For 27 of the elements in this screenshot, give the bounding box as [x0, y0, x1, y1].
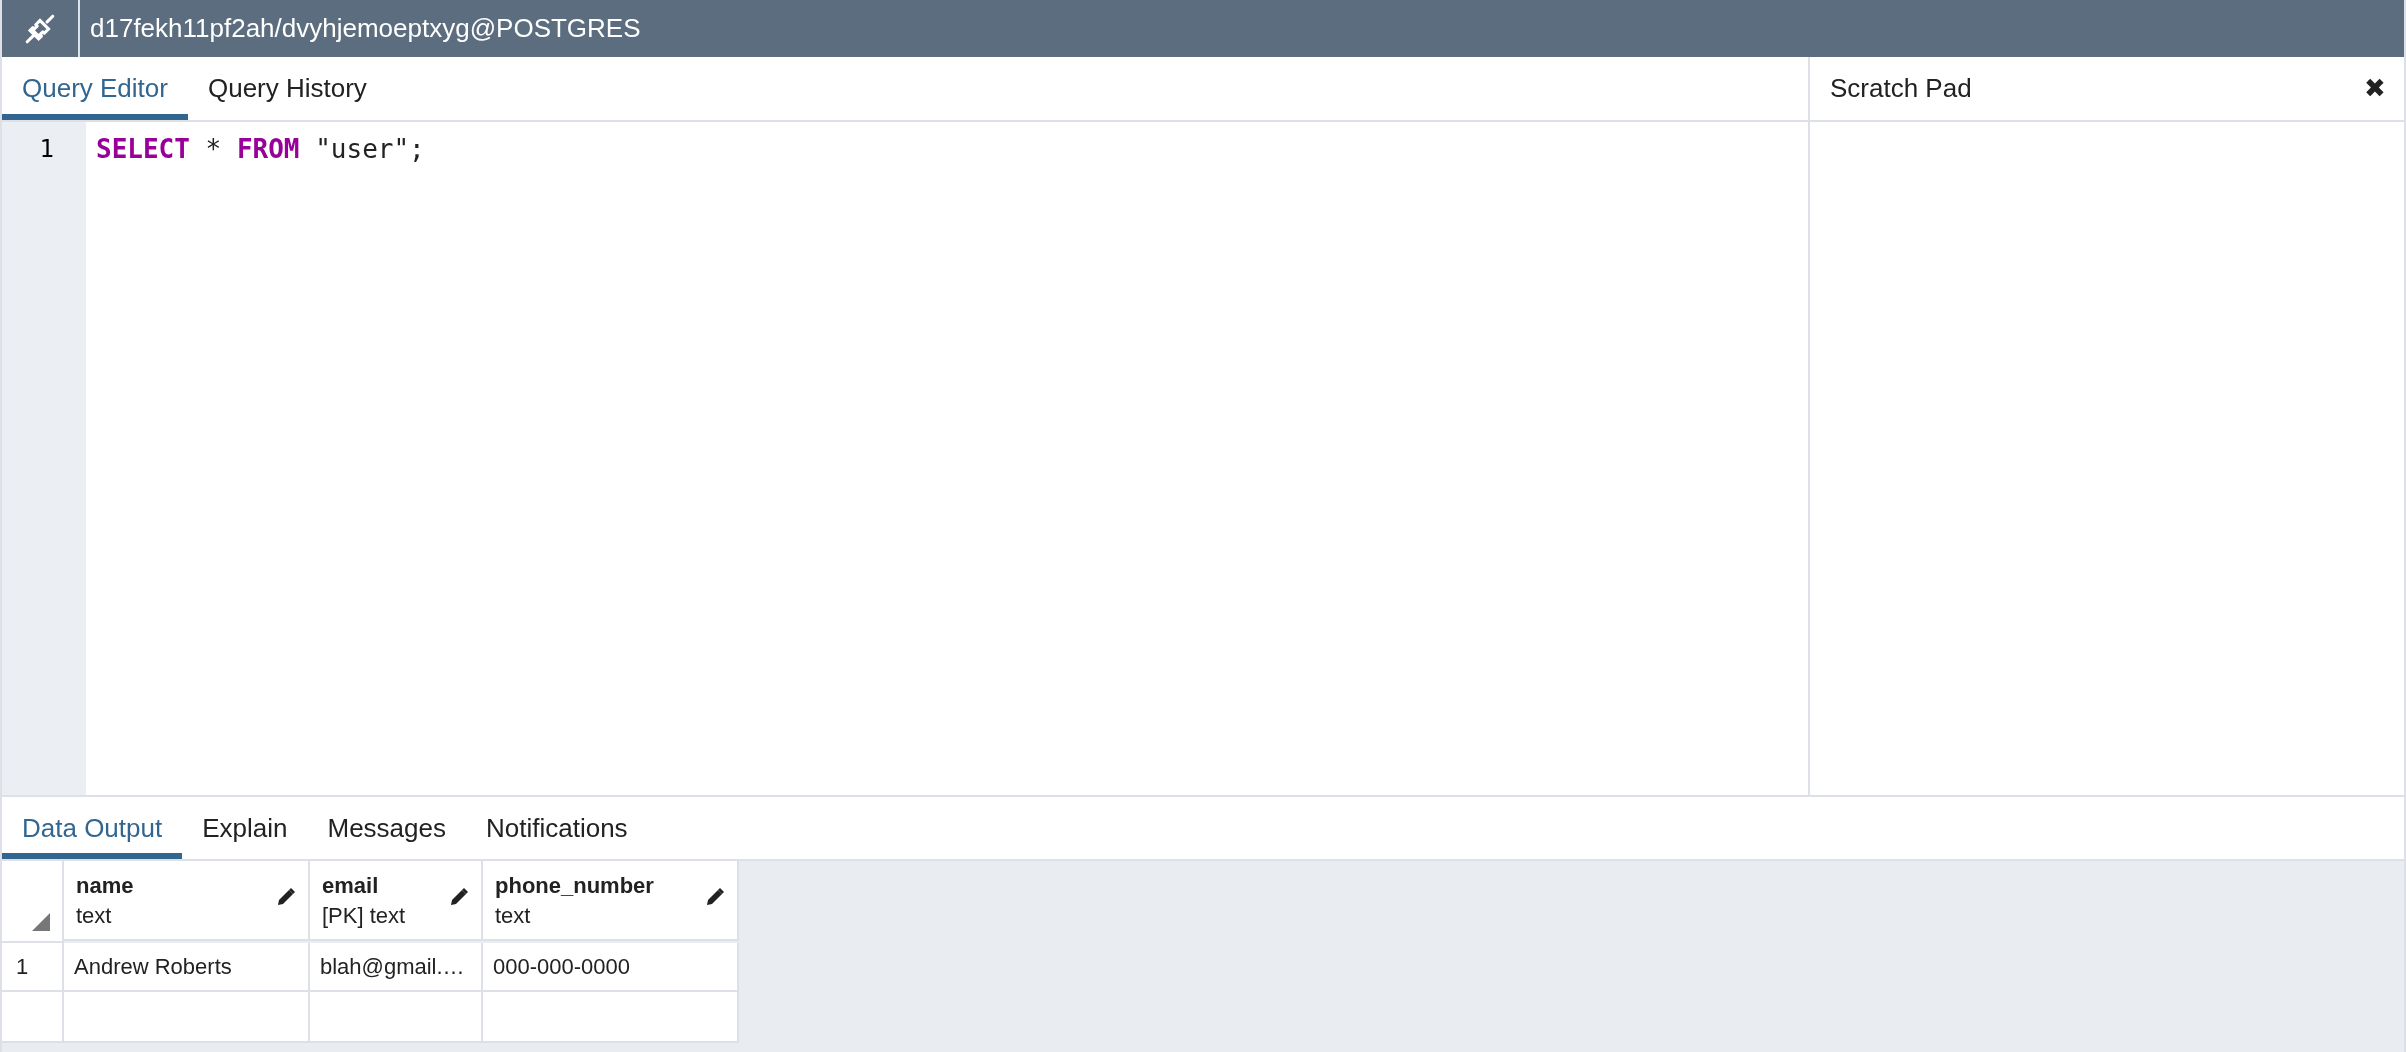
corner-icon [32, 913, 50, 931]
row-number: 1 [2, 943, 64, 992]
column-name: name [76, 872, 134, 900]
line-number: 1 [39, 134, 55, 165]
table-cell: 000-000-0000 [483, 943, 739, 992]
output-tab[interactable]: Notifications [466, 797, 648, 859]
column-header[interactable]: phone_number text [483, 861, 739, 941]
panel-title: Scratch Pad [1830, 73, 1972, 104]
column-header[interactable]: name text [64, 861, 310, 941]
column-type: text [76, 902, 113, 930]
table-cell: Andrew Roberts [64, 943, 310, 992]
pencil-icon[interactable] [705, 887, 725, 907]
code-line: SELECT * FROM "user"; [96, 133, 425, 166]
output-tab[interactable]: Messages [307, 797, 466, 859]
close-button[interactable]: ✖ [2364, 73, 2386, 104]
column-name: phone_number [495, 872, 654, 900]
column-type: text [495, 902, 532, 930]
corner-cell[interactable] [2, 861, 64, 943]
column-type: [PK] text [322, 902, 406, 930]
table-cell: blah@gmail.… [310, 943, 483, 992]
output-tab[interactable]: Explain [182, 797, 308, 859]
pencil-icon[interactable] [449, 887, 469, 907]
window-title: d17fekh11pf2ah/dvyhjemoeptxyg@POSTGRES [89, 13, 641, 44]
column-header[interactable]: email [PK] text [310, 861, 483, 941]
editor-tab[interactable]: Query History [187, 57, 387, 120]
pencil-icon[interactable] [276, 887, 296, 907]
column-name: email [322, 872, 380, 900]
